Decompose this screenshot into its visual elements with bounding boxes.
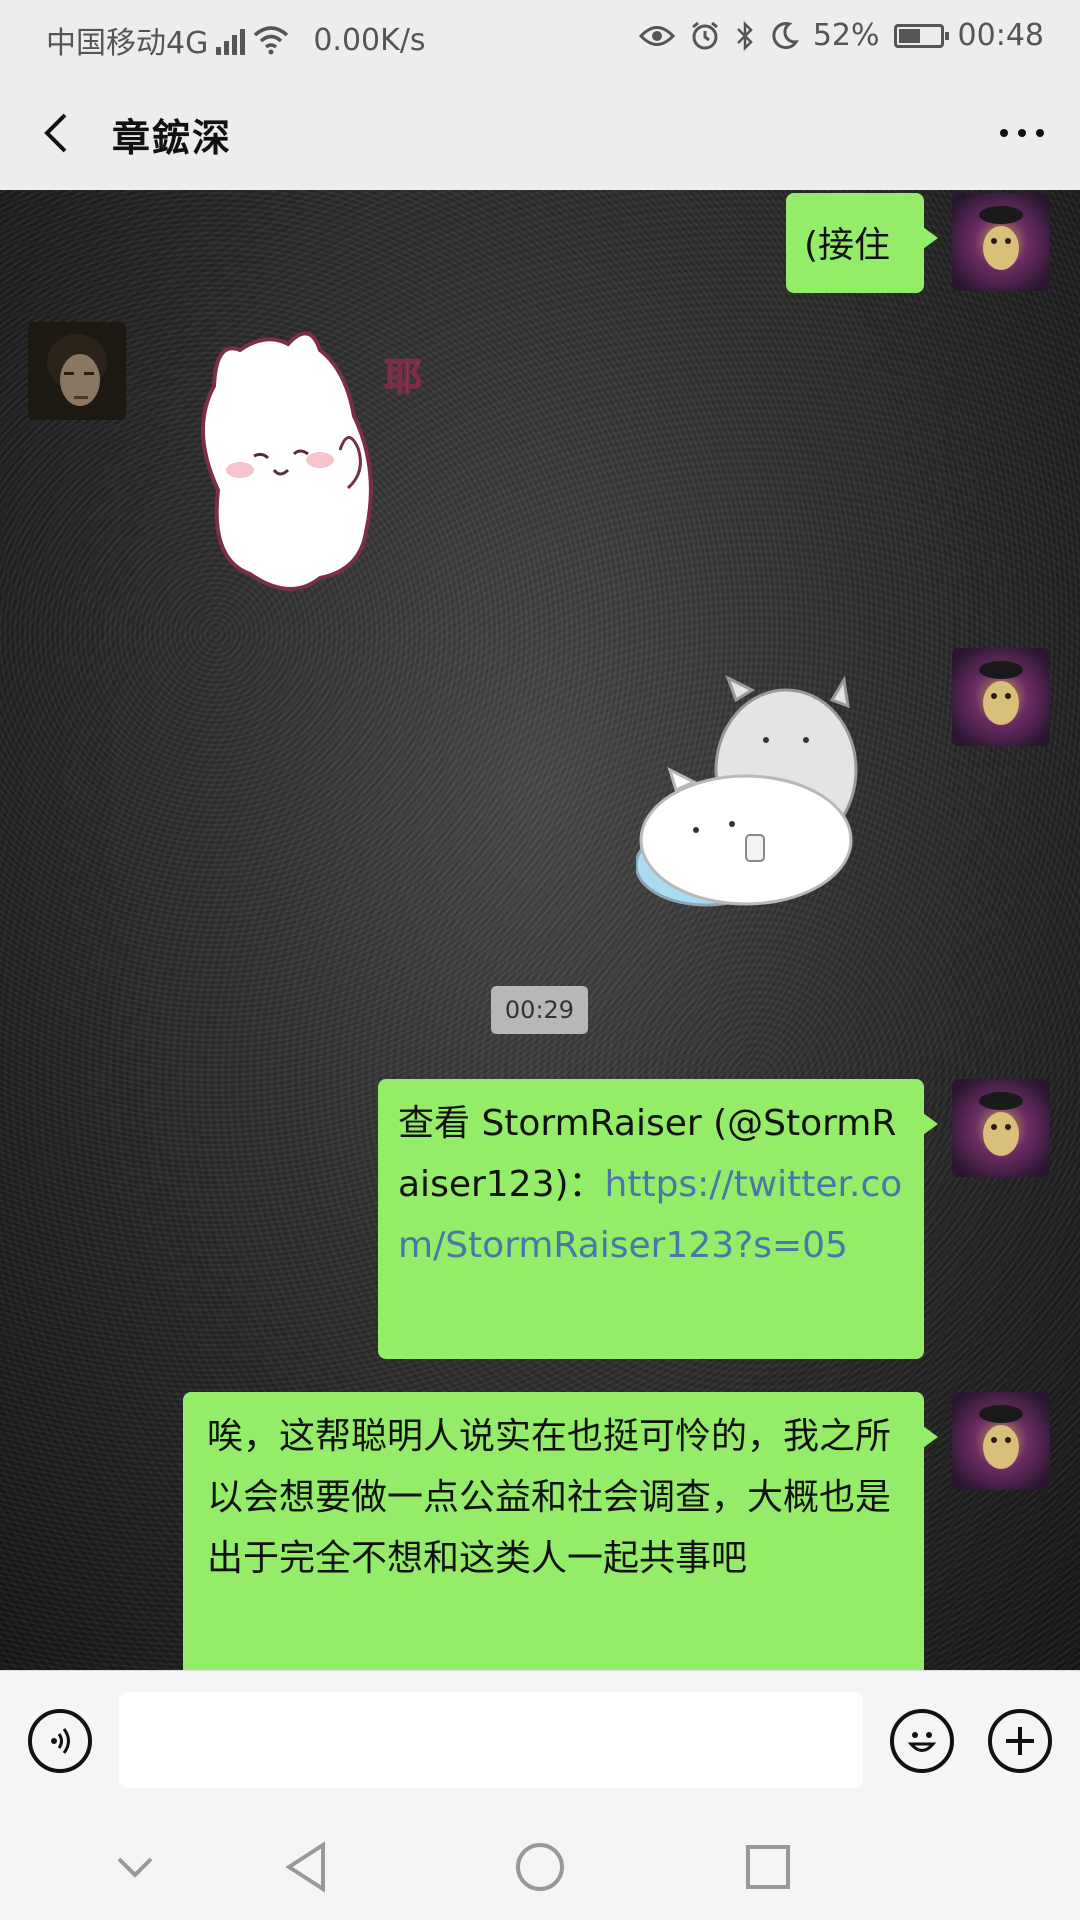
moon-icon [772, 21, 799, 49]
battery-percent: 52% [812, 18, 880, 53]
battery-fill [898, 28, 920, 43]
my-avatar[interactable] [952, 1392, 1050, 1490]
time-separator: 00:29 [491, 986, 588, 1034]
my-avatar[interactable] [952, 1079, 1050, 1177]
message-bubble[interactable]: (接住 [786, 193, 938, 293]
message-bubble[interactable]: 唉，这帮聪明人说实在也挺可怜的，我之所以会想要做一点公益和社会调查，大概也是出于… [183, 1392, 938, 1670]
status-bar: 中国移动4G 0.00K/s 52% 00:48 [0, 0, 1080, 75]
sticker-image [634, 674, 858, 907]
sticker-message[interactable] [634, 660, 926, 930]
emoji-button[interactable] [890, 1709, 954, 1773]
network-speed: 0.00K/s [313, 22, 426, 58]
chat-title: 章鋐深 [112, 116, 233, 160]
back-button[interactable] [28, 105, 84, 161]
message-bubble[interactable]: 查看 StormRaiser (@StormRaiser123)：https:/… [378, 1079, 938, 1359]
voice-icon [51, 1728, 70, 1754]
message-text: (接住 [804, 225, 891, 266]
chevron-down-icon [117, 1857, 153, 1878]
nav-home-button[interactable] [505, 1832, 575, 1902]
emoji-icon [907, 1732, 937, 1752]
alarm-icon [691, 21, 718, 49]
sticker-caption: 耶 [384, 355, 422, 399]
friend-avatar[interactable] [28, 322, 126, 420]
more-dots-icon [1000, 129, 1044, 137]
input-bar [0, 1670, 1080, 1813]
battery-icon [893, 23, 949, 48]
chat-area[interactable]: (接住 耶 00:29 查看 StormRaiser (@StormRaiser… [0, 190, 1080, 1670]
carrier-label: 中国移动4G [46, 26, 209, 61]
signal-icon [216, 25, 246, 55]
plus-icon [1006, 1727, 1034, 1755]
hide-nav-button[interactable] [100, 1832, 170, 1902]
title-bar: 章鋐深 [0, 75, 1080, 191]
message-input[interactable] [119, 1692, 863, 1788]
plus-button[interactable] [988, 1709, 1052, 1773]
recents-square-icon [746, 1845, 790, 1889]
my-avatar[interactable] [952, 648, 1050, 746]
voice-button[interactable] [28, 1709, 92, 1773]
sticker-message[interactable]: 耶 [170, 320, 440, 620]
status-right: 52% 00:48 [638, 18, 1044, 53]
system-nav-bar [0, 1812, 1080, 1920]
wifi-icon [254, 26, 289, 55]
nav-recents-button[interactable] [733, 1832, 803, 1902]
bluetooth-icon [736, 20, 753, 51]
chevron-left-icon [44, 113, 67, 153]
back-triangle-icon [285, 1841, 325, 1893]
message-text: 唉，这帮聪明人说实在也挺可怜的，我之所以会想要做一点公益和社会调查，大概也是出于… [207, 1416, 892, 1579]
my-avatar[interactable] [952, 193, 1050, 291]
eye-icon [638, 25, 675, 46]
home-circle-icon [516, 1843, 564, 1891]
clock: 00:48 [957, 18, 1044, 53]
more-button[interactable] [990, 105, 1054, 161]
nav-back-button[interactable] [272, 1832, 342, 1902]
time-separator-text: 00:29 [504, 996, 575, 1024]
sticker-image: 耶 [200, 331, 423, 591]
status-left: 中国移动4G 0.00K/s [46, 18, 426, 62]
